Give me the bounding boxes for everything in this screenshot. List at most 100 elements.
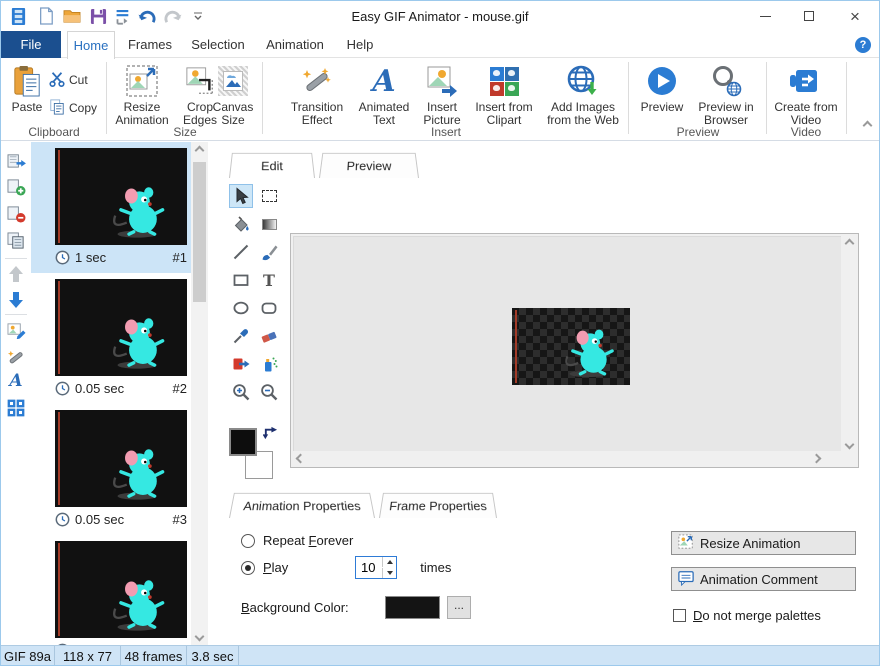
play-times-input[interactable] [356,557,382,578]
tab-animation[interactable]: Animation [257,31,333,58]
frame-list-item[interactable]: 1 sec #1 [31,142,191,273]
insert-picture-icon [426,63,458,99]
scroll-up-icon[interactable] [841,235,857,252]
group-label-preview: Preview [631,125,765,139]
resize-animation-button[interactable]: Resize Animation [113,61,171,127]
canvas-horizontal-scrollbar[interactable] [292,451,842,466]
tool-rectangle[interactable] [229,268,253,292]
insert-picture-button[interactable]: Insert Picture [417,61,467,127]
help-icon[interactable]: ? [855,37,871,53]
tool-zoom-out[interactable] [257,380,281,404]
scroll-left-icon[interactable] [292,451,308,466]
delete-frame-icon[interactable] [6,204,26,224]
collapse-ribbon-icon[interactable] [864,117,871,132]
spinner-down-icon[interactable] [382,568,396,578]
resize-animation-icon [126,63,158,99]
merge-palettes-option[interactable]: Do not merge palettes [673,608,821,623]
tool-ellipse[interactable] [229,296,253,320]
play-times-spinner[interactable] [355,556,397,579]
tool-text[interactable]: T [257,268,281,292]
foreground-color-swatch[interactable] [229,428,257,456]
extract-frames-icon[interactable] [6,150,26,170]
canvas-size-icon [218,63,248,99]
add-frame-icon[interactable] [6,177,26,197]
add-images-web-button[interactable]: Add Images from the Web [539,61,627,127]
animation-comment-button[interactable]: Animation Comment [671,567,856,591]
resize-animation-label: Resize Animation [113,101,171,127]
preview-button[interactable]: Preview [635,61,689,114]
tab-animation-properties[interactable]: Animation Properties [229,493,375,518]
repeat-forever-option[interactable]: Repeat Forever [241,533,353,548]
tool-fill[interactable] [229,212,253,236]
play-option[interactable]: Play times [241,560,451,575]
merge-palettes-checkbox[interactable] [673,609,686,622]
tab-selection[interactable]: Selection [185,31,251,58]
tab-frame-properties[interactable]: Frame Properties [379,493,497,518]
tool-rounded-rectangle[interactable] [257,296,281,320]
tool-zoom-in[interactable] [229,380,253,404]
swap-colors-icon[interactable] [263,425,278,443]
canvas-size-button[interactable]: Canvas Size [207,61,259,127]
move-frame-down-icon[interactable] [6,290,26,310]
tool-color-picker[interactable] [229,324,253,348]
frame-effect-icon[interactable] [6,347,26,367]
animation-background-color-swatch[interactable] [385,596,440,619]
frame-canvas-image[interactable] [512,308,630,385]
play-radio[interactable] [241,561,255,575]
scrollbar-thumb[interactable] [193,162,206,302]
tab-home[interactable]: Home [67,31,115,59]
maximize-button[interactable] [791,1,827,31]
scroll-down-icon[interactable] [191,628,208,645]
status-gif-version: GIF 89a [1,646,55,666]
tool-gradient[interactable] [257,212,281,236]
create-from-video-button[interactable]: Create from Video [769,61,843,127]
transition-effect-icon [301,63,333,99]
transition-effect-button[interactable]: Transition Effect [285,61,349,127]
insert-from-clipart-icon [490,63,519,99]
background-color-browse-button[interactable]: ... [447,596,471,619]
spinner-up-icon[interactable] [382,557,396,567]
preview-in-browser-button[interactable]: Preview in Browser [693,61,759,127]
tab-frames[interactable]: Frames [121,31,179,58]
insert-from-clipart-button[interactable]: Insert from Clipart [467,61,541,127]
tab-edit[interactable]: Edit [229,153,315,178]
canvas-workspace[interactable] [293,236,842,452]
app-window: Easy GIF Animator - mouse.gif × File Hom… [0,0,880,666]
frame-list-item[interactable]: 0.05 sec #3 [31,404,191,535]
tool-spray[interactable] [257,352,281,376]
minimize-button[interactable] [747,1,783,31]
tool-cursor[interactable] [229,184,253,208]
frame-list-item[interactable]: 0.05 sec #2 [31,273,191,404]
tab-preview-view[interactable]: Preview [319,153,419,178]
tool-line[interactable] [229,240,253,264]
cut-button[interactable]: Cut [49,69,88,91]
group-insert: Transition Effect A Animated Text Insert… [265,59,627,141]
repeat-forever-radio[interactable] [241,534,255,548]
animated-text-button[interactable]: A Animated Text [355,61,413,127]
paste-icon [12,63,42,99]
ribbon: Paste Cut Copy Clipboard [1,59,879,141]
close-button[interactable]: × [837,1,873,31]
frame-list-item[interactable]: 0.05 sec #4 [31,535,191,645]
frame-text-icon[interactable]: A [6,371,26,391]
copy-button[interactable]: Copy [49,97,97,119]
resize-animation-panel-button[interactable]: Resize Animation [671,531,856,555]
tool-brush[interactable] [257,240,281,264]
paste-button[interactable]: Paste [5,61,49,114]
manage-frames-grid-icon[interactable] [6,398,26,418]
scroll-down-icon[interactable] [841,436,857,453]
scroll-up-icon[interactable] [191,142,208,159]
duplicate-frame-icon[interactable] [6,231,26,251]
tool-eraser[interactable] [257,324,281,348]
tab-file[interactable]: File [1,31,61,58]
tab-help[interactable]: Help [339,31,381,58]
scroll-right-icon[interactable] [808,451,824,466]
tool-replace-color[interactable] [229,352,253,376]
frame-list-scrollbar[interactable] [191,142,208,645]
group-label-video: Video [769,125,843,139]
canvas-vertical-scrollbar[interactable] [841,235,857,453]
paste-label: Paste [12,101,43,114]
tool-select-region[interactable] [257,184,281,208]
frame-thumbnail [55,410,187,507]
edit-frame-icon[interactable] [6,320,26,340]
